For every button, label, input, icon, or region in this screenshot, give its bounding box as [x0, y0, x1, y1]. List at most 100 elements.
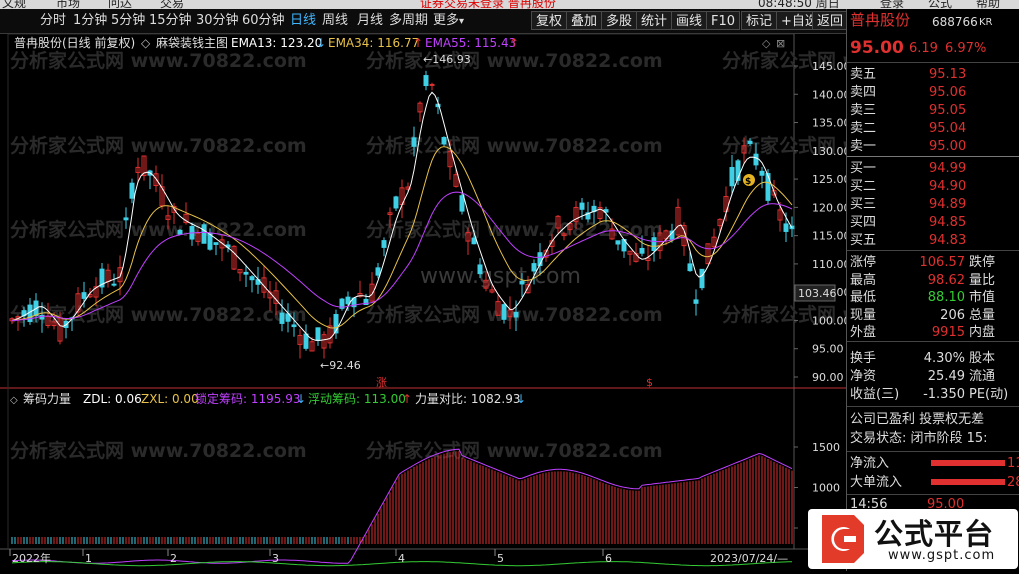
price-tick-label: 90.00 — [812, 371, 844, 384]
price-tick-label: 95.00 — [812, 343, 844, 356]
trade-status: 交易状态: 闭市阶段 15: — [850, 431, 988, 446]
menu-item-help[interactable]: 帮助 — [976, 0, 1000, 9]
date-tick-label: 2022年 — [12, 551, 51, 565]
candle-body — [429, 83, 435, 86]
bid-price[interactable]: 94.90 — [929, 178, 966, 195]
ask-price[interactable]: 95.06 — [929, 84, 966, 101]
candle-body — [201, 224, 207, 244]
stat-label-secondary: 总量 — [969, 307, 996, 323]
draw-line-button[interactable]: 画线 — [671, 11, 708, 30]
menu-item-formula[interactable]: 公式 — [928, 0, 952, 9]
watermark-text: 分析家公式网 www.70822.com — [366, 49, 663, 72]
statistics-button[interactable]: 统计 — [636, 11, 673, 30]
bid-price[interactable]: 94.99 — [929, 160, 966, 177]
stat-label-secondary: 量比 — [969, 272, 996, 288]
close-icon[interactable]: ⊠ — [776, 37, 785, 50]
candle-body — [423, 75, 429, 87]
brand-name: 公式平台 — [874, 517, 995, 551]
candle-body — [345, 296, 351, 305]
price-tick-label: 145.00 — [812, 60, 846, 73]
quote-panel: 普冉股份 688766 KR 95.00 6.19 6.97% 卖五 95.13… — [846, 9, 1019, 571]
watermark-text: 分析家公式网 www.70822.com — [10, 49, 307, 72]
stat-value: 98.62 — [927, 272, 965, 288]
stat-label-secondary: 内盘 — [969, 325, 996, 340]
diamond-icon[interactable]: ◇ — [762, 37, 771, 50]
stat-value: 88.10 — [927, 290, 965, 305]
ask-price[interactable]: 95.05 — [929, 102, 966, 119]
bid-label: 买三 — [850, 197, 877, 212]
ask-label: 卖一 — [850, 139, 877, 154]
candle-body — [783, 223, 789, 232]
ask-price[interactable]: 95.04 — [929, 120, 966, 137]
bid-price[interactable]: 94.89 — [929, 196, 966, 213]
price-tick-label: 115.00 — [812, 230, 846, 243]
menu-item-market[interactable]: 市场 — [56, 0, 80, 9]
sub-tick-label: 1000 — [812, 482, 840, 495]
fundamental-value: 4.30% — [923, 351, 965, 366]
price-tick-label: 125.00 — [812, 173, 846, 186]
chart-area[interactable]: 分析家公式网 www.70822.com 分析家公式网 www.70822.com… — [0, 33, 1019, 571]
period-tab-60min[interactable]: 60分钟 — [242, 12, 285, 30]
overlay-button[interactable]: 叠加 — [566, 11, 603, 30]
candle-body — [279, 312, 285, 324]
period-tab-monthly[interactable]: 月线 — [357, 12, 383, 30]
price-tick-label: 110.00 — [812, 258, 846, 271]
date-axis: 2022年 1 2 3 4 5 6 2023/07/24/— — [9, 549, 788, 565]
bid-price[interactable]: 94.83 — [929, 232, 966, 249]
fundamental-value: -1.350 — [923, 387, 965, 402]
back-button[interactable]: 返回 — [812, 11, 849, 30]
stat-value: 206 — [940, 307, 965, 323]
indicator-name: 麻袋装钱主图 — [156, 35, 228, 50]
float-chip-label: 浮动筹码: 113.00 — [308, 392, 406, 406]
stat-label: 现量 — [850, 307, 877, 323]
bid-label: 买四 — [850, 215, 877, 230]
candle-body — [693, 299, 699, 304]
menu-item-file[interactable]: 文规 — [2, 0, 26, 9]
settings-icon[interactable]: ◇ — [141, 36, 151, 50]
watermark-text: 分析家公式网 www.70822.com — [366, 439, 663, 462]
period-tab-15min[interactable]: 15分钟 — [149, 12, 192, 30]
f10-button[interactable]: F10 — [706, 11, 741, 30]
candle-body — [375, 267, 381, 276]
period-tab-30min[interactable]: 30分钟 — [196, 12, 239, 30]
money-bag-icon-label: $ — [745, 177, 751, 187]
net-inflow-value: 11 — [1007, 456, 1019, 471]
top-menu-bar: 文规 市场 问达 交易 证券交易未登录 普冉股份 08:48:50 周日 登录 … — [0, 0, 1019, 9]
candle-body — [123, 217, 129, 221]
ask-price[interactable]: 95.00 — [929, 138, 966, 155]
period-tab-more[interactable]: 更多▾ — [433, 12, 464, 30]
period-tab-5min[interactable]: 5分钟 — [111, 12, 145, 30]
period-tab-intraday[interactable]: 分时 — [40, 12, 66, 30]
mark-button[interactable]: 标记 — [741, 11, 778, 30]
adjust-button[interactable]: 复权 — [531, 11, 568, 30]
sub-settings-icon[interactable]: ◇ — [10, 395, 18, 406]
menu-item-trade[interactable]: 交易 — [160, 0, 184, 9]
ema13-label: EMA13: 123.20 — [231, 36, 322, 50]
bid-label: 买五 — [850, 233, 877, 248]
candle-body — [249, 276, 255, 281]
bid-label: 买一 — [850, 161, 877, 176]
candle-body — [315, 327, 321, 341]
big-inflow-bar — [931, 479, 1005, 485]
candle-body — [531, 263, 537, 272]
multi-stock-button[interactable]: 多股 — [601, 11, 638, 30]
date-tick-label: 5 — [497, 552, 504, 565]
period-tab-1min[interactable]: 1分钟 — [73, 12, 107, 30]
divider — [847, 341, 1019, 342]
period-tab-weekly[interactable]: 周线 — [322, 12, 348, 30]
menu-item-login[interactable]: 登录 — [880, 0, 904, 9]
period-tab-multi[interactable]: 多周期 — [389, 12, 428, 30]
price-tick-label: 130.00 — [812, 145, 846, 158]
candle-body — [459, 195, 465, 212]
price-change-pct: 6.97% — [945, 41, 987, 56]
kline-chart[interactable]: 分析家公式网 www.70822.com 分析家公式网 www.70822.com… — [0, 33, 1019, 571]
fundamental-value: 25.49 — [927, 369, 965, 384]
price-tick-label: 135.00 — [812, 117, 846, 130]
menu-item-ask[interactable]: 问达 — [108, 0, 132, 9]
candle-body — [393, 196, 399, 209]
ask-price[interactable]: 95.13 — [929, 66, 966, 83]
zxl-label: ZXL: 0.00 — [141, 392, 199, 406]
bid-price[interactable]: 94.85 — [929, 214, 966, 231]
period-tab-daily[interactable]: 日线 — [290, 12, 316, 30]
candle-body — [471, 237, 477, 245]
